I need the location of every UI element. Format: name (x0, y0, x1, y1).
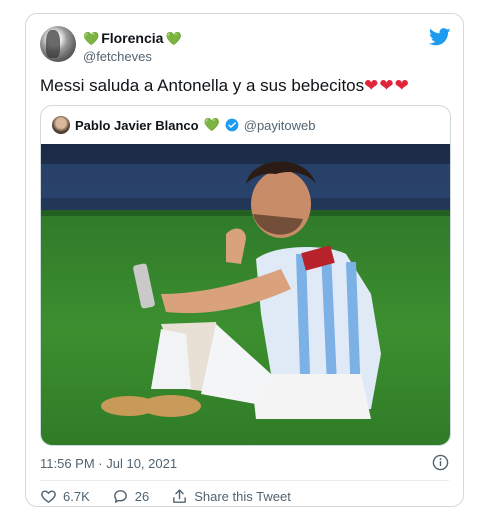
heart-outline-icon (41, 490, 56, 503)
tweet-text: Messi saluda a Antonella y a sus bebecit… (40, 76, 410, 96)
tweet-body: Messi saluda a Antonella y a sus bebecit… (40, 76, 365, 95)
share-button[interactable]: Share this Tweet (171, 488, 291, 505)
twitter-bird-icon[interactable] (429, 28, 451, 46)
tweet-timestamp[interactable]: 11:56 PM · Jul 10, 2021 (40, 456, 177, 471)
verified-badge-icon (225, 118, 239, 132)
author-avatar[interactable] (40, 26, 76, 62)
author-display-name[interactable]: Florencia (101, 30, 163, 46)
share-icon (173, 489, 187, 503)
like-count: 6.7K (63, 489, 90, 504)
red-hearts-icon: ❤❤❤ (364, 76, 410, 95)
author-name-row[interactable]: 💚 Florencia 💚 (83, 30, 182, 46)
green-heart-icon: 💚 (83, 30, 100, 46)
green-heart-icon: 💚 (203, 117, 220, 132)
info-icon[interactable] (432, 454, 449, 471)
divider (40, 480, 449, 481)
share-label: Share this Tweet (194, 489, 291, 504)
quoted-author-handle: @payitoweb (243, 117, 316, 133)
tweet-card[interactable]: 💚 Florencia 💚 @fetcheves Messi saluda a … (25, 13, 464, 507)
quoted-photo[interactable] (41, 144, 451, 446)
quoted-author-avatar (52, 116, 70, 134)
quoted-tweet-header: Pablo Javier Blanco 💚 @payitoweb (52, 116, 316, 134)
quoted-tweet[interactable]: Pablo Javier Blanco 💚 @payitoweb (40, 105, 451, 446)
reply-count: 26 (134, 489, 150, 504)
reply-bubble-icon (113, 490, 127, 503)
reply-button[interactable]: 26 (112, 488, 149, 505)
author-handle[interactable]: @fetcheves (83, 49, 152, 64)
tweet-actions: 6.7K 26 Share this Tweet (40, 488, 313, 505)
like-button[interactable]: 6.7K (40, 488, 90, 505)
green-heart-icon: 💚 (165, 30, 182, 46)
quoted-author-name: Pablo Javier Blanco (75, 117, 199, 133)
